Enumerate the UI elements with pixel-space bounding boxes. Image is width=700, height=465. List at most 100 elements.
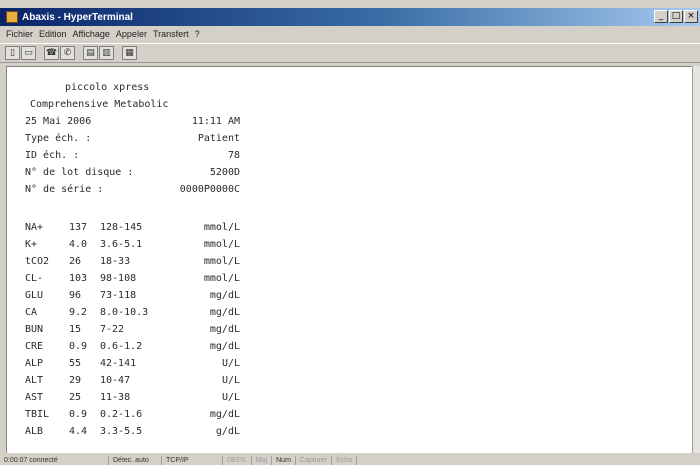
- menu-bar: Fichier Edition Affichage Appeler Transf…: [0, 27, 700, 41]
- result-analyte: ALT: [25, 375, 44, 386]
- result-row: K+ 4.0 3.6-5.1 mmol/L: [25, 237, 240, 253]
- sample-id-value: 78: [227, 150, 240, 161]
- lot-value: 5200D: [209, 167, 240, 178]
- result-analyte: CA: [25, 307, 38, 318]
- menu-help[interactable]: ?: [192, 29, 203, 39]
- status-num: Num: [272, 455, 296, 465]
- panel-name: Comprehensive Metabolic: [30, 99, 169, 110]
- result-value: 15: [69, 324, 82, 335]
- result-unit: mmol/L: [203, 239, 240, 250]
- phone-disconnect-icon[interactable]: ✆: [60, 46, 75, 60]
- result-value: 103: [69, 273, 88, 284]
- properties-icon[interactable]: ▦: [122, 46, 137, 60]
- close-button[interactable]: ×: [684, 10, 698, 23]
- result-range: 10-47: [100, 375, 131, 386]
- result-range: 8.0-10.3: [100, 307, 149, 318]
- new-document-icon[interactable]: ▯: [5, 46, 20, 60]
- result-value: 0.9: [69, 409, 88, 420]
- result-analyte: ALP: [25, 358, 44, 369]
- result-value: 96: [69, 290, 82, 301]
- result-range: 42-141: [100, 358, 137, 369]
- sample-type-label: Type éch. :: [25, 133, 92, 144]
- menu-fichier[interactable]: Fichier: [0, 29, 36, 39]
- hyperterminal-window: Abaxis - HyperTerminal _ □ × Fichier Edi…: [0, 0, 700, 465]
- maximize-button[interactable]: □: [669, 10, 683, 23]
- status-echo: Écho: [332, 455, 358, 465]
- open-folder-icon[interactable]: ▭: [21, 46, 36, 60]
- result-unit: mg/dL: [209, 324, 240, 335]
- result-row: ALP 55 42-141 U/L: [25, 356, 240, 372]
- result-range: 11-38: [100, 392, 131, 403]
- status-detect: Détec. auto: [109, 455, 162, 465]
- status-caps: Maj: [252, 455, 273, 465]
- result-value: 4.4: [69, 426, 88, 437]
- sample-type-value: Patient: [197, 133, 240, 144]
- status-bar: 0:00:07 connecté Détec. auto TCP/IP DEFI…: [0, 455, 700, 465]
- result-unit: mg/dL: [209, 341, 240, 352]
- result-unit: mmol/L: [203, 273, 240, 284]
- result-value: 4.0: [69, 239, 88, 250]
- device-name-line: piccolo xpress: [25, 80, 240, 96]
- menu-affichage[interactable]: Affichage: [70, 29, 113, 39]
- result-unit: U/L: [221, 375, 240, 386]
- vertical-scrollbar[interactable]: [692, 66, 700, 453]
- result-row: BUN 15 7-22 mg/dL: [25, 322, 240, 338]
- result-row: CL- 103 98-108 mmol/L: [25, 271, 240, 287]
- result-row: CA 9.2 8.0-10.3 mg/dL: [25, 305, 240, 321]
- status-scroll: DEFIL: [223, 455, 252, 465]
- result-analyte: BUN: [25, 324, 44, 335]
- phone-connect-icon[interactable]: ☎: [44, 46, 59, 60]
- window-controls: _ □ ×: [654, 10, 698, 23]
- result-analyte: GLU: [25, 290, 44, 301]
- result-range: 3.6-5.1: [100, 239, 143, 250]
- result-range: 128-145: [100, 222, 143, 233]
- hyperterminal-app-icon[interactable]: [6, 11, 18, 23]
- result-row: TBIL 0.9 0.2-1.6 mg/dL: [25, 407, 240, 423]
- result-unit: U/L: [221, 358, 240, 369]
- result-row: GLU 96 73-118 mg/dL: [25, 288, 240, 304]
- result-unit: mg/dL: [209, 409, 240, 420]
- serial-value: 0000P0000C: [179, 184, 240, 195]
- lot-line: N° de lot disque : 5200D: [25, 165, 240, 181]
- result-value: 55: [69, 358, 82, 369]
- result-analyte: CRE: [25, 341, 44, 352]
- menu-appeler[interactable]: Appeler: [113, 29, 150, 39]
- result-value: 0.9: [69, 341, 88, 352]
- result-analyte: AST: [25, 392, 44, 403]
- result-range: 0.2-1.6: [100, 409, 143, 420]
- device-name: piccolo xpress: [65, 82, 150, 93]
- result-range: 0.6-1.2: [100, 341, 143, 352]
- result-analyte: TBIL: [25, 409, 50, 420]
- result-row: ALT 29 10-47 U/L: [25, 373, 240, 389]
- result-analyte: K+: [25, 239, 38, 250]
- result-unit: mg/dL: [209, 307, 240, 318]
- send-file-icon[interactable]: ▤: [83, 46, 98, 60]
- result-row: ALB 4.4 3.3-5.5 g/dL: [25, 424, 240, 440]
- result-analyte: tCO2: [25, 256, 50, 267]
- menu-transfert[interactable]: Transfert: [150, 29, 192, 39]
- result-unit: mmol/L: [203, 222, 240, 233]
- serial-label: N° de série :: [25, 184, 104, 195]
- serial-line: N° de série : 0000P0000C: [25, 182, 240, 198]
- minimize-button[interactable]: _: [654, 10, 668, 23]
- result-unit: mg/dL: [209, 290, 240, 301]
- menu-edition[interactable]: Edition: [36, 29, 70, 39]
- sample-id-label: ID éch. :: [25, 150, 80, 161]
- result-range: 98-108: [100, 273, 137, 284]
- result-row: AST 25 11-38 U/L: [25, 390, 240, 406]
- report-time: 11:11 AM: [191, 116, 240, 127]
- status-capture: Capturer: [296, 455, 333, 465]
- result-value: 25: [69, 392, 82, 403]
- result-value: 29: [69, 375, 82, 386]
- result-row: CRE 0.9 0.6-1.2 mg/dL: [25, 339, 240, 355]
- status-connection-time: 0:00:07 connecté: [0, 455, 109, 465]
- result-analyte: NA+: [25, 222, 44, 233]
- result-range: 73-118: [100, 290, 137, 301]
- result-range: 7-22: [100, 324, 125, 335]
- lot-label: N° de lot disque :: [25, 167, 134, 178]
- title-bar[interactable]: Abaxis - HyperTerminal _ □ ×: [0, 8, 700, 26]
- result-value: 137: [69, 222, 88, 233]
- receive-file-icon[interactable]: ▥: [99, 46, 114, 60]
- result-unit: U/L: [221, 392, 240, 403]
- result-range: 3.3-5.5: [100, 426, 143, 437]
